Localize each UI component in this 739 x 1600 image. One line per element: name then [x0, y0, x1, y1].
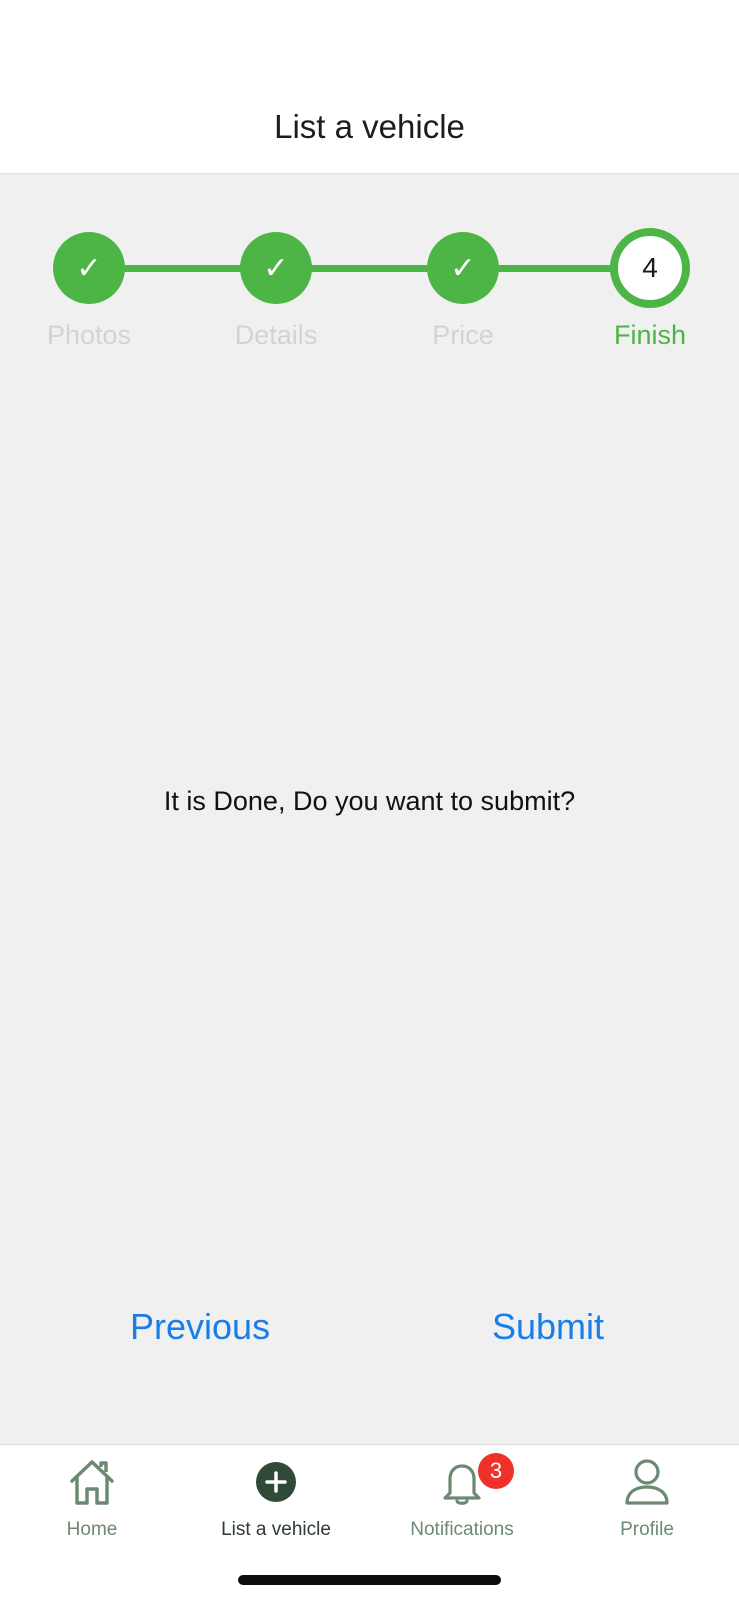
tab-notifications-label: Notifications	[410, 1519, 514, 1540]
step-label-photos: Photos	[46, 320, 132, 350]
progress-stepper: ✓ ✓ ✓ 4 Photos Details Price Finish	[0, 174, 739, 374]
header: List a vehicle	[0, 0, 739, 174]
step-label-details: Details	[234, 320, 318, 350]
step-finish-number[interactable]: 4	[610, 228, 690, 308]
previous-button[interactable]: Previous	[130, 1306, 270, 1348]
step-price-check-icon[interactable]: ✓	[427, 232, 499, 304]
confirmation-message: It is Done, Do you want to submit?	[163, 786, 576, 816]
user-icon	[625, 1459, 669, 1505]
tab-profile[interactable]: Profile	[555, 1445, 739, 1555]
home-indicator[interactable]	[238, 1575, 501, 1585]
step-label-finish: Finish	[613, 320, 687, 350]
submit-button[interactable]: Submit	[492, 1306, 604, 1348]
tab-list-vehicle[interactable]: List a vehicle	[184, 1445, 368, 1555]
tab-home[interactable]: Home	[0, 1445, 184, 1555]
tab-home-label: Home	[66, 1519, 118, 1540]
tab-notifications[interactable]: 3 Notifications	[370, 1445, 554, 1555]
notification-badge: 3	[478, 1453, 514, 1489]
tab-profile-label: Profile	[620, 1519, 674, 1540]
step-photos-check-icon[interactable]: ✓	[53, 232, 125, 304]
stepper-line	[88, 265, 650, 272]
plus-circle-icon	[256, 1462, 296, 1502]
page-title: List a vehicle	[274, 108, 465, 145]
home-icon	[70, 1460, 114, 1505]
step-label-price: Price	[432, 320, 494, 350]
tab-list-vehicle-label: List a vehicle	[221, 1519, 331, 1540]
step-details-check-icon[interactable]: ✓	[240, 232, 312, 304]
